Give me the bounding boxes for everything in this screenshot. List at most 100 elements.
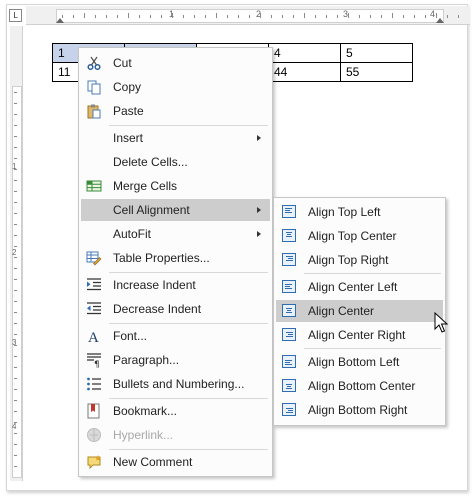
align-bottom-left-icon xyxy=(282,355,296,368)
bullets-numbering-icon xyxy=(87,377,101,391)
submenu-item-align-center-right[interactable]: Align Center Right xyxy=(276,324,443,346)
menu-separator xyxy=(304,348,441,349)
menu-separator xyxy=(109,125,268,126)
menu-item-cut[interactable]: Cut xyxy=(81,52,270,74)
menu-item-decrease-indent[interactable]: Decrease Indent xyxy=(81,298,270,320)
submenu-item-align-bottom-right[interactable]: Align Bottom Right xyxy=(276,399,443,421)
submenu-item-align-center-left[interactable]: Align Center Left xyxy=(276,276,443,298)
vertical-ruler[interactable]: 1 2 3 4 xyxy=(10,26,23,481)
mouse-cursor-icon xyxy=(434,312,448,333)
table-cell[interactable]: 4 xyxy=(268,43,341,63)
menu-item-label: Cell Alignment xyxy=(113,203,190,217)
ruler-tick xyxy=(95,15,96,18)
menu-item-label: New Comment xyxy=(113,455,193,469)
ruler-tick xyxy=(14,312,17,313)
menu-item-label: Bookmark... xyxy=(113,404,178,418)
ruler-number: 4 xyxy=(430,9,436,19)
menu-item-label: Delete Cells... xyxy=(113,155,188,169)
menu-item-label: Paste xyxy=(113,104,144,118)
ruler-tick xyxy=(260,13,261,18)
right-indent-marker[interactable] xyxy=(436,18,444,23)
font-icon: A xyxy=(88,330,99,344)
ruler-tick xyxy=(14,213,17,214)
copy-icon xyxy=(87,80,101,95)
submenu-item-align-center[interactable]: Align Center xyxy=(276,300,443,322)
menu-item-label: AutoFit xyxy=(113,227,152,241)
ruler-tick xyxy=(238,15,239,18)
submenu-item-align-bottom-center[interactable]: Align Bottom Center xyxy=(276,375,443,397)
menu-item-table-properties[interactable]: Table Properties... xyxy=(81,247,270,269)
ruler-tick xyxy=(14,422,17,423)
align-bottom-center-icon xyxy=(282,379,296,392)
submenu-item-align-top-left[interactable]: Align Top Left xyxy=(276,201,443,223)
ruler-tick xyxy=(150,15,151,18)
menu-item-label: Cut xyxy=(113,56,132,70)
hyperlink-icon xyxy=(87,428,101,442)
paragraph-icon: ¶ xyxy=(87,353,101,368)
ruler-tick xyxy=(392,13,393,18)
menu-item-label: Decrease Indent xyxy=(113,302,202,316)
ruler-tick xyxy=(370,15,371,18)
menu-item-font[interactable]: A Font... xyxy=(81,325,270,347)
menu-item-copy[interactable]: Copy xyxy=(81,76,270,98)
svg-text:¶: ¶ xyxy=(94,360,100,368)
ruler-tick xyxy=(14,290,17,291)
table-cell[interactable]: 44 xyxy=(268,62,341,82)
menu-item-autofit[interactable]: AutoFit xyxy=(81,223,270,245)
table-cell[interactable]: 5 xyxy=(340,43,413,63)
menu-item-label: Merge Cells xyxy=(113,179,178,193)
submenu-item-label: Align Bottom Center xyxy=(308,379,416,393)
menu-item-paragraph[interactable]: ¶ Paragraph... xyxy=(81,349,270,371)
indent-marker[interactable] xyxy=(56,18,64,23)
menu-item-paste[interactable]: Paste xyxy=(81,100,270,122)
submenu-item-label: Align Top Center xyxy=(308,229,397,243)
ruler-text-area xyxy=(12,86,22,478)
ruler-tick xyxy=(14,224,17,225)
menu-item-increase-indent[interactable]: Increase Indent xyxy=(81,274,270,296)
submenu-item-align-top-center[interactable]: Align Top Center xyxy=(276,225,443,247)
menu-separator xyxy=(109,272,268,273)
ruler-tick xyxy=(14,411,17,412)
menu-item-bookmark[interactable]: Bookmark... xyxy=(81,400,270,422)
ruler-tick xyxy=(315,15,316,18)
ruler-tick xyxy=(282,15,283,18)
menu-item-bullets-numbering[interactable]: Bullets and Numbering... xyxy=(81,373,270,395)
menu-item-delete-cells[interactable]: Delete Cells... xyxy=(81,151,270,173)
ruler-tick xyxy=(73,15,74,18)
submenu-arrow-icon xyxy=(257,207,261,213)
ruler-tick xyxy=(14,125,17,126)
submenu-item-label: Align Center Left xyxy=(308,280,398,294)
menu-item-cell-alignment[interactable]: Cell Alignment xyxy=(81,199,270,221)
submenu-item-align-bottom-left[interactable]: Align Bottom Left xyxy=(276,351,443,373)
ruler-tick xyxy=(414,15,415,18)
table-cell[interactable]: 55 xyxy=(340,62,413,82)
align-top-center-icon xyxy=(282,229,296,242)
submenu-item-align-top-right[interactable]: Align Top Right xyxy=(276,249,443,271)
menu-item-hyperlink[interactable]: Hyperlink... xyxy=(81,424,270,446)
tab-selector-button[interactable]: L xyxy=(9,9,22,22)
align-top-left-icon xyxy=(282,205,296,218)
ruler-tick xyxy=(14,367,17,368)
align-center-icon xyxy=(282,304,296,317)
ruler-tick xyxy=(14,323,17,324)
menu-item-new-comment[interactable]: New Comment xyxy=(81,451,270,473)
align-center-left-icon xyxy=(282,280,296,293)
svg-text:A: A xyxy=(88,330,99,344)
menu-separator xyxy=(304,273,441,274)
submenu-item-label: Align Bottom Left xyxy=(308,355,400,369)
ruler-tick xyxy=(14,202,17,203)
ruler-tick xyxy=(458,15,459,18)
ruler-tick xyxy=(14,158,17,159)
ruler-tick xyxy=(14,92,17,93)
menu-item-merge-cells[interactable]: Merge Cells xyxy=(81,175,270,197)
bookmark-icon xyxy=(87,403,100,419)
menu-separator xyxy=(109,398,268,399)
menu-item-label: Bullets and Numbering... xyxy=(113,377,245,391)
menu-item-label: Hyperlink... xyxy=(113,428,174,442)
new-comment-icon xyxy=(87,455,101,470)
submenu-item-label: Align Top Right xyxy=(308,253,389,267)
horizontal-ruler[interactable]: 1 2 3 4 xyxy=(26,6,470,25)
menu-item-insert[interactable]: Insert xyxy=(81,127,270,149)
decrease-indent-icon xyxy=(87,302,101,315)
ruler-tick xyxy=(216,13,217,18)
